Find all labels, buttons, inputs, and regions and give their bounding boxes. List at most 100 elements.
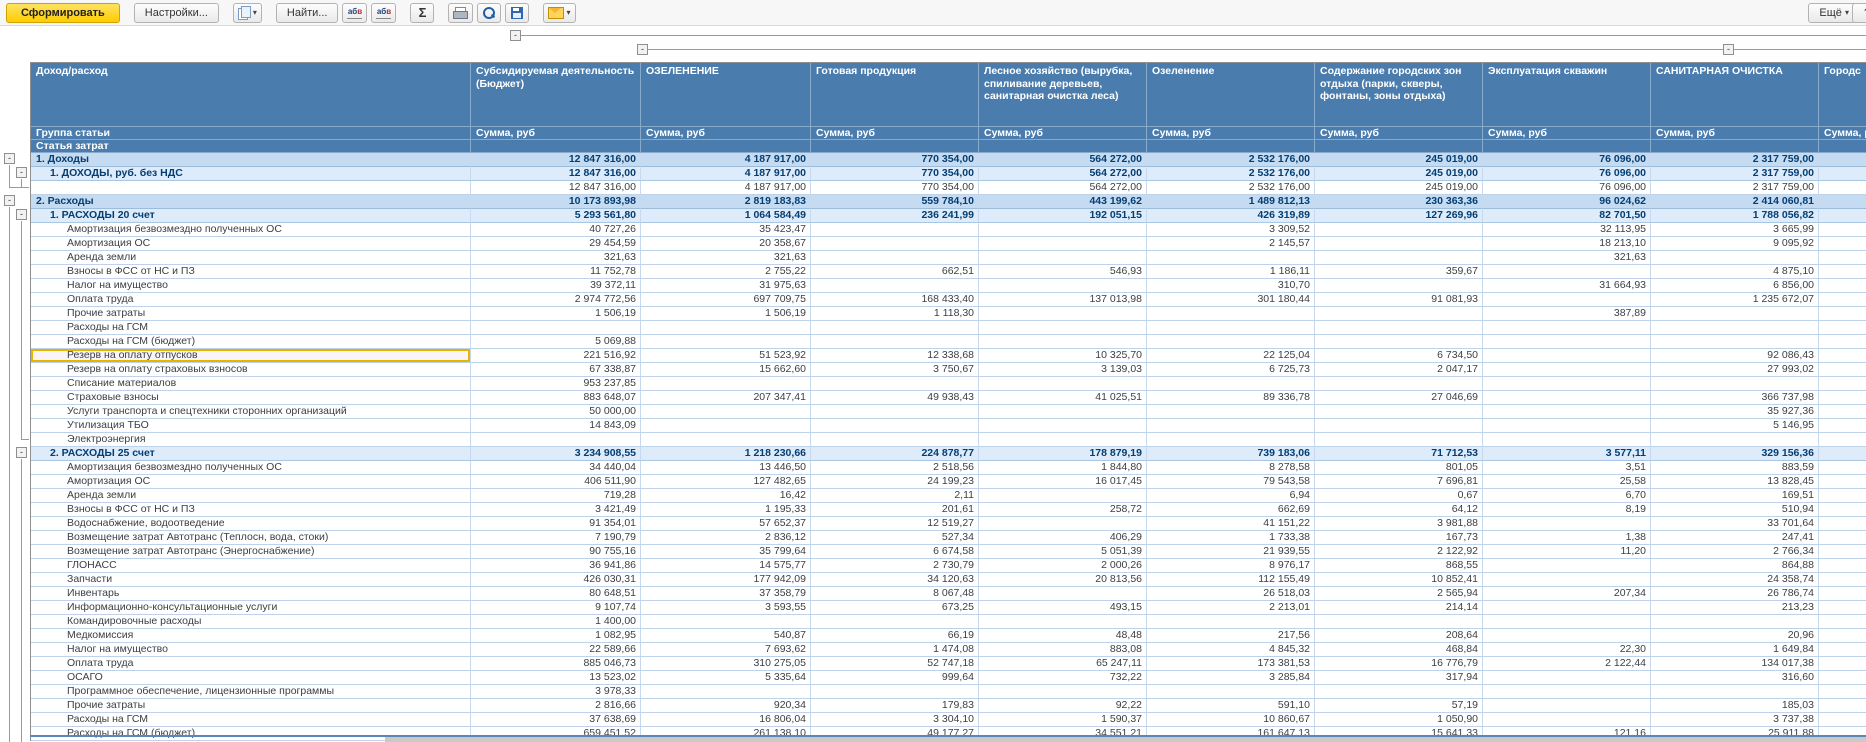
value-cell[interactable]: 230 363,36 <box>1315 195 1483 209</box>
row-label-cell[interactable]: Медкомиссия <box>31 629 471 643</box>
value-cell[interactable]: 34 440,04 <box>471 461 641 475</box>
value-cell[interactable] <box>1819 377 1866 391</box>
value-cell[interactable]: 359,67 <box>1315 265 1483 279</box>
value-cell[interactable]: 12 847 316,00 <box>471 181 641 195</box>
column-header-cell[interactable]: Субсидируемая деятельность (Бюджет) <box>471 63 641 127</box>
value-cell[interactable]: 3 139,03 <box>979 363 1147 377</box>
value-cell[interactable]: 2 317 759,00 <box>1651 153 1819 167</box>
row-label-cell[interactable]: 2. РАСХОДЫ 25 счет <box>31 447 471 461</box>
value-cell[interactable] <box>1819 685 1866 699</box>
value-cell[interactable] <box>1147 433 1315 447</box>
value-cell[interactable]: 443 199,62 <box>979 195 1147 209</box>
value-cell[interactable]: 2 755,22 <box>641 265 811 279</box>
value-cell[interactable] <box>1819 643 1866 657</box>
row-label-cell[interactable]: 1. РАСХОДЫ 20 счет <box>31 209 471 223</box>
value-cell[interactable]: 770 354,00 <box>811 153 979 167</box>
value-cell[interactable] <box>1315 279 1483 293</box>
value-cell[interactable]: 90 755,16 <box>471 545 641 559</box>
value-cell[interactable]: 207,34 <box>1483 587 1651 601</box>
value-cell[interactable] <box>1483 685 1651 699</box>
value-cell[interactable] <box>979 237 1147 251</box>
value-cell[interactable]: 48,48 <box>979 629 1147 643</box>
value-cell[interactable]: 24 358,74 <box>1651 573 1819 587</box>
row-label-cell[interactable]: Прочие затраты <box>31 307 471 321</box>
value-cell[interactable]: 321,63 <box>471 251 641 265</box>
value-cell[interactable] <box>471 433 641 447</box>
value-cell[interactable]: 310,70 <box>1147 279 1315 293</box>
value-cell[interactable] <box>1315 433 1483 447</box>
sum-button[interactable]: Σ <box>410 3 434 23</box>
value-cell[interactable]: 8 278,58 <box>1147 461 1315 475</box>
value-cell[interactable] <box>1147 321 1315 335</box>
measure-header-cell[interactable]: Сумма, руб <box>471 127 641 140</box>
measure-header-cell[interactable]: Сумма, руб <box>811 127 979 140</box>
value-cell[interactable] <box>979 223 1147 237</box>
value-cell[interactable] <box>1315 321 1483 335</box>
value-cell[interactable] <box>1315 685 1483 699</box>
value-cell[interactable]: 3 737,38 <box>1651 713 1819 727</box>
value-cell[interactable]: 14 575,77 <box>641 559 811 573</box>
value-cell[interactable] <box>1315 419 1483 433</box>
value-cell[interactable] <box>811 433 979 447</box>
value-cell[interactable] <box>811 251 979 265</box>
value-cell[interactable] <box>1315 405 1483 419</box>
value-cell[interactable] <box>1819 195 1866 209</box>
value-cell[interactable] <box>1651 251 1819 265</box>
value-cell[interactable] <box>1819 405 1866 419</box>
horizontal-scrollbar[interactable] <box>385 737 1866 742</box>
value-cell[interactable] <box>979 321 1147 335</box>
value-cell[interactable] <box>1483 335 1651 349</box>
value-cell[interactable]: 11 752,78 <box>471 265 641 279</box>
value-cell[interactable]: 673,25 <box>811 601 979 615</box>
row-label-cell[interactable]: Информационно-консультационные услуги <box>31 601 471 615</box>
row-group-collapse-button[interactable]: - <box>16 167 27 178</box>
value-cell[interactable]: 3 234 908,55 <box>471 447 641 461</box>
value-cell[interactable] <box>1651 321 1819 335</box>
row-label-cell[interactable]: Расходы на ГСМ <box>31 713 471 727</box>
value-cell[interactable] <box>1483 615 1651 629</box>
value-cell[interactable]: 57 652,37 <box>641 517 811 531</box>
row-label-cell[interactable]: Налог на имущество <box>31 643 471 657</box>
value-cell[interactable]: 31 975,63 <box>641 279 811 293</box>
value-cell[interactable]: 79 543,58 <box>1147 475 1315 489</box>
value-cell[interactable]: 883,08 <box>979 643 1147 657</box>
value-cell[interactable]: 15 662,60 <box>641 363 811 377</box>
value-cell[interactable]: 1 186,11 <box>1147 265 1315 279</box>
value-cell[interactable]: 3 309,52 <box>1147 223 1315 237</box>
value-cell[interactable] <box>1819 461 1866 475</box>
value-cell[interactable] <box>1819 237 1866 251</box>
value-cell[interactable]: 82 701,50 <box>1483 209 1651 223</box>
header-empty-cell[interactable] <box>471 140 641 153</box>
value-cell[interactable]: 71 712,53 <box>1315 447 1483 461</box>
value-cell[interactable]: 2 565,94 <box>1315 587 1483 601</box>
value-cell[interactable] <box>1483 601 1651 615</box>
value-cell[interactable] <box>1651 307 1819 321</box>
value-cell[interactable] <box>1819 167 1866 181</box>
value-cell[interactable]: 127 482,65 <box>641 475 811 489</box>
value-cell[interactable]: 864,88 <box>1651 559 1819 573</box>
value-cell[interactable]: 14 843,09 <box>471 419 641 433</box>
value-cell[interactable]: 37 638,69 <box>471 713 641 727</box>
row-label-cell[interactable]: Утилизация ТБО <box>31 419 471 433</box>
row-label-cell[interactable]: ОСАГО <box>31 671 471 685</box>
value-cell[interactable] <box>1147 251 1315 265</box>
column-header-cell[interactable]: Лесное хозяйство (вырубка, спиливание де… <box>979 63 1147 127</box>
value-cell[interactable]: 245 019,00 <box>1315 181 1483 195</box>
value-cell[interactable] <box>1315 223 1483 237</box>
header-empty-cell[interactable] <box>1315 140 1483 153</box>
value-cell[interactable] <box>1651 377 1819 391</box>
value-cell[interactable]: 207 347,41 <box>641 391 811 405</box>
value-cell[interactable] <box>1147 377 1315 391</box>
value-cell[interactable]: 953 237,85 <box>471 377 641 391</box>
report-variants-button[interactable]: ▾ <box>233 3 262 23</box>
value-cell[interactable]: 34 120,63 <box>811 573 979 587</box>
row-label-cell[interactable]: Инвентарь <box>31 587 471 601</box>
row-group-collapse-button[interactable]: - <box>4 153 15 164</box>
value-cell[interactable]: 168 433,40 <box>811 293 979 307</box>
value-cell[interactable] <box>811 237 979 251</box>
value-cell[interactable]: 7 190,79 <box>471 531 641 545</box>
header-empty-cell[interactable] <box>1483 140 1651 153</box>
row-label-cell[interactable]: Налог на имущество <box>31 279 471 293</box>
help-button[interactable]: ? <box>1852 3 1866 23</box>
value-cell[interactable] <box>1483 573 1651 587</box>
